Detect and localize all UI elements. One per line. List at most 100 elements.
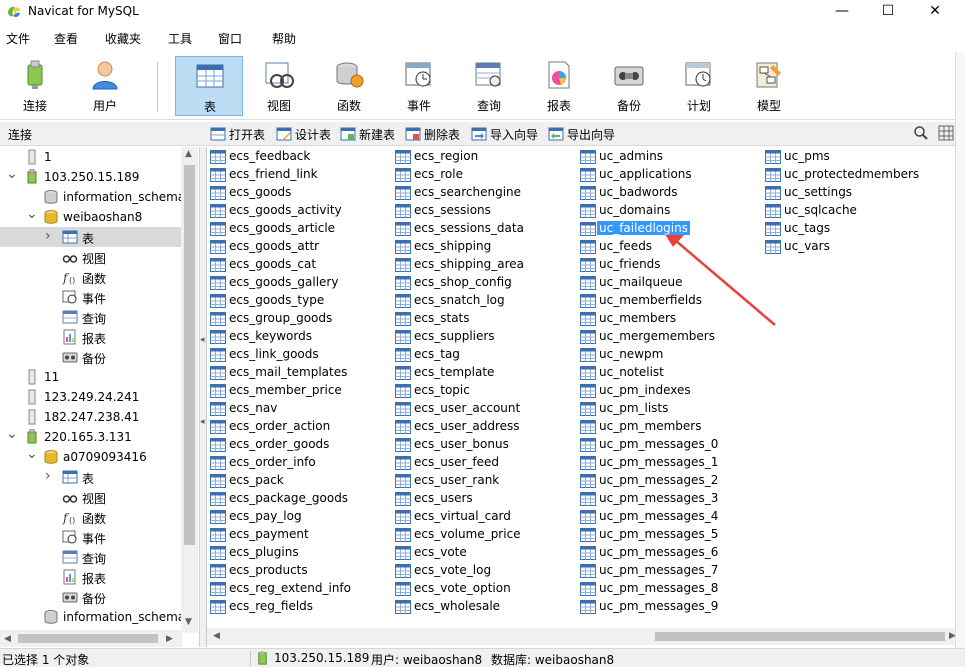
tree-node[interactable]: 备份: [0, 587, 181, 607]
grid-view-icon[interactable]: [938, 125, 954, 141]
tree-node[interactable]: 事件: [0, 287, 181, 307]
collapse-chevron-icon[interactable]: ⌄: [6, 426, 18, 442]
table-item[interactable]: ecs_region: [395, 148, 575, 166]
tree-node[interactable]: information_schema: [0, 187, 185, 207]
table-item[interactable]: ecs_link_goods: [210, 346, 390, 364]
table-item[interactable]: uc_failedlogins: [580, 220, 760, 238]
toolbar-table-button[interactable]: 表: [175, 56, 243, 116]
tree-node[interactable]: f() 函数: [0, 507, 181, 527]
table-item[interactable]: uc_tags: [765, 220, 945, 238]
table-item[interactable]: ecs_goods_attr: [210, 238, 390, 256]
table-item[interactable]: uc_pm_messages_4: [580, 508, 760, 526]
table-item[interactable]: uc_members: [580, 310, 760, 328]
menu-tools[interactable]: 工具: [168, 30, 192, 47]
table-item[interactable]: ecs_shipping_area: [395, 256, 575, 274]
toolbar-schedule-button[interactable]: 计划: [665, 56, 733, 116]
table-item[interactable]: ecs_payment: [210, 526, 390, 544]
table-item[interactable]: uc_pm_messages_5: [580, 526, 760, 544]
table-item[interactable]: ecs_member_price: [210, 382, 390, 400]
table-item[interactable]: ecs_user_account: [395, 400, 575, 418]
expand-chevron-icon[interactable]: ›: [45, 468, 55, 484]
table-item[interactable]: uc_pm_indexes: [580, 382, 760, 400]
table-item[interactable]: ecs_shipping: [395, 238, 575, 256]
splitter-arrow-left-lower[interactable]: ◂: [200, 417, 205, 427]
table-item[interactable]: uc_pm_messages_1: [580, 454, 760, 472]
expand-chevron-icon[interactable]: ›: [45, 228, 55, 244]
table-item[interactable]: ecs_pack: [210, 472, 390, 490]
toolbar-event-button[interactable]: 事件: [385, 56, 453, 116]
tree-scroll-left-arrow[interactable]: ◀: [4, 634, 11, 644]
tree-node[interactable]: 备份: [0, 347, 181, 367]
tree-node[interactable]: 1: [0, 147, 181, 167]
table-item[interactable]: uc_badwords: [580, 184, 760, 202]
maximize-button[interactable]: ☐: [865, 0, 911, 24]
table-item[interactable]: uc_mergemembers: [580, 328, 760, 346]
table-item[interactable]: ecs_vote: [395, 544, 575, 562]
tree-scroll-thumb[interactable]: [184, 165, 195, 545]
table-item[interactable]: ecs_goods_activity: [210, 202, 390, 220]
menu-window[interactable]: 窗口: [218, 30, 242, 47]
table-item[interactable]: uc_pm_messages_2: [580, 472, 760, 490]
table-item[interactable]: uc_memberfields: [580, 292, 760, 310]
table-item[interactable]: uc_pm_lists: [580, 400, 760, 418]
table-item[interactable]: uc_pm_messages_0: [580, 436, 760, 454]
tree-scroll-down-arrow[interactable]: ▼: [185, 617, 192, 627]
tree-node[interactable]: 查询: [0, 547, 181, 567]
tree-node[interactable]: 123.249.24.241: [0, 387, 181, 407]
collapse-chevron-icon[interactable]: ⌄: [26, 446, 38, 462]
table-item[interactable]: ecs_nav: [210, 400, 390, 418]
tree-node[interactable]: 报表: [0, 567, 181, 587]
tree-node[interactable]: 视图: [0, 487, 181, 507]
table-item[interactable]: uc_pm_messages_3: [580, 490, 760, 508]
tree-node[interactable]: 事件: [0, 527, 181, 547]
table-item[interactable]: ecs_friend_link: [210, 166, 390, 184]
toolbar-user-button[interactable]: 用户: [71, 56, 139, 116]
table-item[interactable]: uc_notelist: [580, 364, 760, 382]
tree-node[interactable]: ⌄ 220.165.3.131: [0, 426, 181, 447]
tree-node[interactable]: › 表: [0, 227, 181, 247]
menu-file[interactable]: 文件: [6, 30, 30, 47]
table-item[interactable]: ecs_virtual_card: [395, 508, 575, 526]
table-item[interactable]: uc_friends: [580, 256, 760, 274]
table-item[interactable]: ecs_order_action: [210, 418, 390, 436]
table-item[interactable]: ecs_order_goods: [210, 436, 390, 454]
table-item[interactable]: ecs_vote_option: [395, 580, 575, 598]
main-scroll-thumb[interactable]: [655, 632, 945, 641]
table-item[interactable]: ecs_goods_article: [210, 220, 390, 238]
table-item[interactable]: ecs_user_rank: [395, 472, 575, 490]
tree-node[interactable]: f() 函数: [0, 267, 181, 287]
tree-node[interactable]: 视图: [0, 247, 181, 267]
table-item[interactable]: ecs_reg_fields: [210, 598, 390, 616]
table-item[interactable]: uc_domains: [580, 202, 760, 220]
tree-node[interactable]: information_schema: [0, 607, 185, 627]
table-item[interactable]: ecs_user_feed: [395, 454, 575, 472]
table-item[interactable]: ecs_wholesale: [395, 598, 575, 616]
table-item[interactable]: ecs_products: [210, 562, 390, 580]
table-item[interactable]: ecs_shop_config: [395, 274, 575, 292]
table-item[interactable]: ecs_vote_log: [395, 562, 575, 580]
table-item[interactable]: ecs_reg_extend_info: [210, 580, 390, 598]
tree-node[interactable]: ⌄ weibaoshan8: [0, 206, 181, 227]
collapse-chevron-icon[interactable]: ⌄: [6, 166, 18, 182]
table-item[interactable]: ecs_goods_cat: [210, 256, 390, 274]
tree-node[interactable]: ⌄ a0709093416: [0, 446, 181, 467]
table-item[interactable]: ecs_pay_log: [210, 508, 390, 526]
table-item[interactable]: uc_settings: [765, 184, 945, 202]
table-item[interactable]: ecs_sessions_data: [395, 220, 575, 238]
menu-help[interactable]: 帮助: [272, 30, 296, 47]
table-item[interactable]: ecs_goods: [210, 184, 390, 202]
table-item[interactable]: uc_pm_messages_9: [580, 598, 760, 616]
table-item[interactable]: uc_vars: [765, 238, 945, 256]
table-item[interactable]: ecs_template: [395, 364, 575, 382]
table-item[interactable]: ecs_plugins: [210, 544, 390, 562]
table-item[interactable]: ecs_user_bonus: [395, 436, 575, 454]
tree-scroll-up-arrow[interactable]: ▲: [185, 149, 192, 159]
table-item[interactable]: ecs_volume_price: [395, 526, 575, 544]
table-item[interactable]: ecs_tag: [395, 346, 575, 364]
collapse-chevron-icon[interactable]: ⌄: [26, 206, 38, 222]
table-item[interactable]: ecs_stats: [395, 310, 575, 328]
search-icon[interactable]: [913, 125, 929, 141]
table-item[interactable]: ecs_snatch_log: [395, 292, 575, 310]
table-item[interactable]: ecs_role: [395, 166, 575, 184]
toolbar-model-button[interactable]: 模型: [735, 56, 803, 116]
